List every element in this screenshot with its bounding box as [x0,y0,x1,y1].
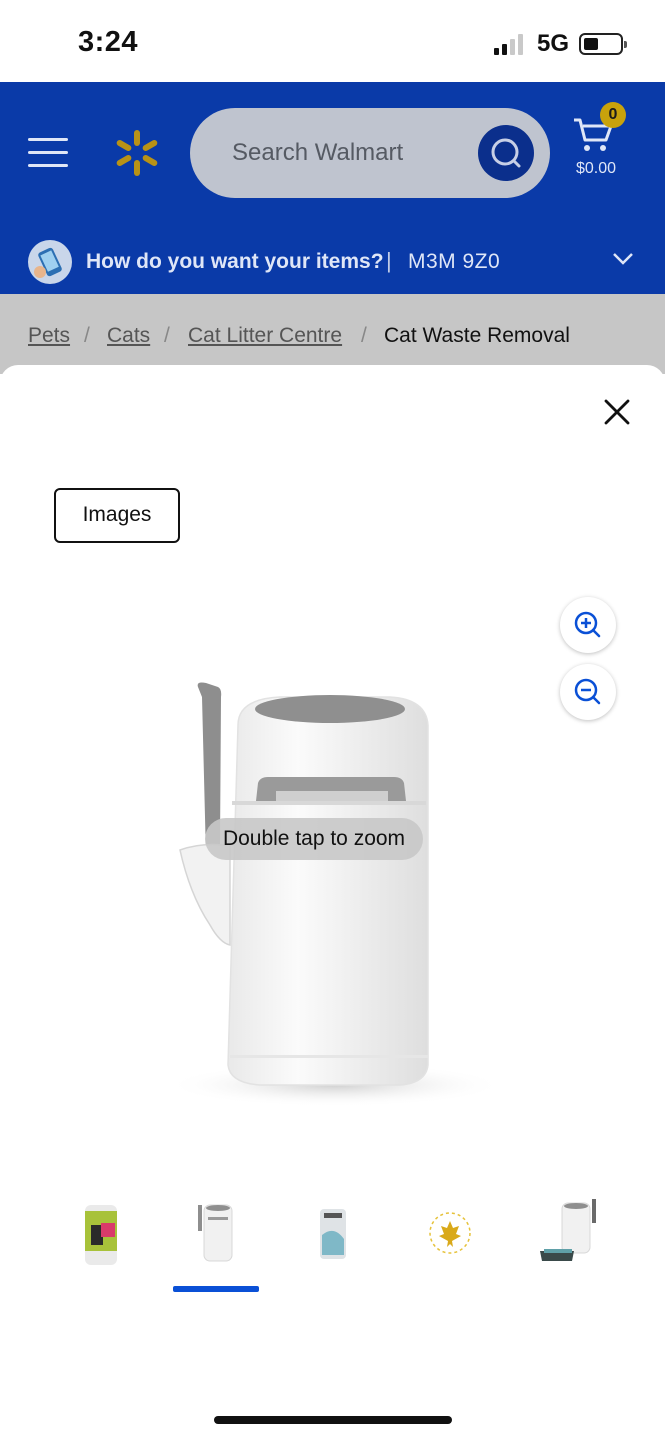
network-type: 5G [536,30,569,57]
delivery-prompt: How do you want your items? [86,250,384,273]
search-icon [491,138,521,168]
close-icon[interactable] [600,395,634,429]
refill-cartridge-thumbnail[interactable] [55,1195,145,1275]
zoom-in-icon [574,611,601,638]
breadcrumb-link-pets[interactable]: Pets [28,324,70,348]
delivery-selector[interactable]: How do you want your items? | M3M 9Z0 [0,228,665,294]
breadcrumb-separator: / [361,324,367,347]
thumbnail-strip [0,1195,665,1305]
breadcrumb-link-cats[interactable]: Cats [107,324,150,348]
bin-with-tray-thumbnail[interactable] [522,1195,612,1275]
canada-maple-leaf-badge-thumbnail[interactable] [405,1195,495,1275]
chevron-down-icon[interactable] [612,252,634,266]
status-time: 3:24 [78,26,139,58]
zoom-hint: Double tap to zoom [205,818,423,860]
image-viewer-modal: Images Double tap to zoom [0,365,665,1440]
breadcrumb-separator: / [84,324,90,347]
cart-button[interactable]: 0 $0.00 [572,102,642,186]
cart-count-badge: 0 [600,102,626,128]
delivery-phone-icon [28,240,72,284]
home-indicator[interactable] [214,1416,452,1424]
walmart-header: Search Walmart 0 $0.00 How do you want y… [0,82,665,294]
cart-total: $0.00 [576,160,617,177]
tab-images[interactable]: Images [54,488,180,543]
litter-bin-thumbnail[interactable] [170,1195,260,1275]
walmart-spark-logo[interactable] [112,128,162,178]
breadcrumb-link-cat-litter-centre[interactable]: Cat Litter Centre [188,324,342,348]
status-indicators: 5G [493,30,627,58]
breadcrumb-current: Cat Waste Removal [384,324,570,347]
selected-thumbnail-indicator [173,1286,259,1292]
zoom-out-button[interactable] [560,664,616,720]
hamburger-menu-icon[interactable] [28,138,68,168]
status-bar: 3:24 5G [0,0,665,82]
search-button[interactable] [478,125,534,181]
refill-bag-thumbnail[interactable] [288,1195,378,1275]
delivery-separator: | [386,248,392,273]
breadcrumb: Pets / Cats / Cat Litter Centre / Cat Wa… [0,294,665,374]
postal-code: M3M 9Z0 [408,250,501,273]
battery-icon [579,33,627,55]
cellular-signal-icon [493,33,523,55]
product-image-litter-bin[interactable] [150,675,520,1115]
breadcrumb-separator: / [164,324,170,347]
zoom-out-icon [574,678,601,705]
zoom-in-button[interactable] [560,597,616,653]
search-input[interactable]: Search Walmart [232,139,403,167]
search-bar[interactable]: Search Walmart [190,108,550,198]
